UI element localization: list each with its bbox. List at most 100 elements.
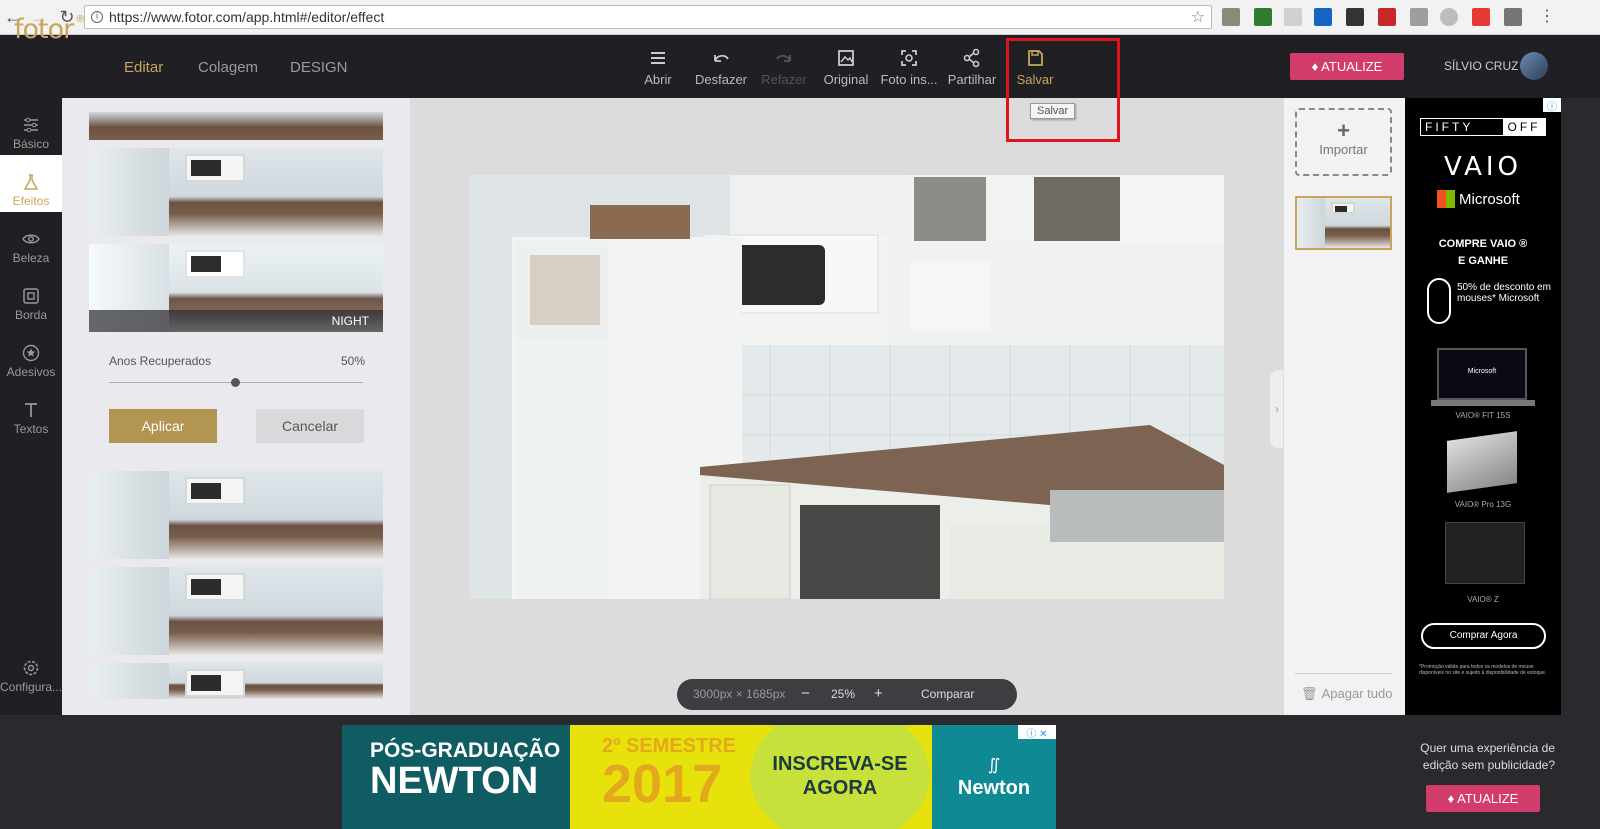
ad-headline-2: E GANHE <box>1457 255 1509 267</box>
photo-info-button[interactable]: Foto ins... <box>878 47 940 87</box>
laptop-image: Microsoft <box>1437 348 1527 400</box>
compare-button[interactable]: Comparar <box>921 687 974 701</box>
url-text: https://www.fotor.com/app.html#/editor/e… <box>109 9 385 25</box>
zoom-level: 25% <box>831 687 856 701</box>
trello-icon[interactable] <box>1314 8 1332 26</box>
share-label: Partilhar <box>947 72 997 87</box>
ad-cta-2: AGORA <box>802 777 878 799</box>
pdf-icon[interactable] <box>1378 8 1396 26</box>
sidebar-item-borda[interactable]: Borda <box>0 269 62 326</box>
ad-fifty-off: FIFTY OFF <box>1420 118 1546 136</box>
edited-photo[interactable] <box>470 175 1224 599</box>
settings-button[interactable]: Configura... <box>0 641 62 698</box>
chevron-right-icon: › <box>1275 402 1279 416</box>
sidebar-item-basico[interactable]: Básico <box>0 98 62 155</box>
save-tooltip: Salvar <box>1030 103 1076 119</box>
fotor-logo[interactable]: fotor ® <box>14 14 85 45</box>
ad-off: OFF <box>1503 119 1545 135</box>
effect-thumbnail[interactable] <box>89 112 383 140</box>
nav-design[interactable]: DESIGN <box>290 59 348 76</box>
address-bar[interactable]: i https://www.fotor.com/app.html#/editor… <box>84 5 1212 29</box>
clear-all-label: Apagar tudo <box>1321 686 1393 701</box>
effect-thumbnail[interactable] <box>89 567 383 655</box>
laptop-image <box>1445 522 1525 584</box>
advertisement-newton[interactable]: PÓS-GRADUAÇÃO NEWTON 2º SEMESTRE 2017 IN… <box>342 725 1056 829</box>
extension-icon[interactable] <box>1504 8 1522 26</box>
laptop-base <box>1431 400 1535 406</box>
extension-icon[interactable] <box>1222 8 1240 26</box>
import-label: Importar <box>1319 142 1368 157</box>
open-button[interactable]: Abrir <box>627 47 689 87</box>
sidebar-item-label: Beleza <box>12 251 50 265</box>
ad-cta-button[interactable]: Comprar Agora <box>1421 623 1546 649</box>
effect-thumbnail[interactable] <box>89 663 383 699</box>
ad-microsoft: Microsoft <box>1459 191 1520 208</box>
sidebar-item-textos[interactable]: Textos <box>0 383 62 440</box>
slider-handle[interactable] <box>231 378 240 387</box>
zoom-bar: 3000px × 1685px − 25% + Comparar <box>677 679 1017 710</box>
zoom-out-button[interactable]: − <box>801 685 810 702</box>
sidebar-item-adesivos[interactable]: Adesivos <box>0 326 62 383</box>
upgrade-label: ATUALIZE <box>1457 791 1519 806</box>
gear-icon <box>23 660 39 676</box>
info-icon[interactable]: i <box>91 11 103 23</box>
divider <box>1295 673 1392 674</box>
skype-icon[interactable] <box>1440 8 1458 26</box>
vaio-logo: VAIO <box>1443 152 1523 182</box>
effect-thumbnail-night[interactable]: NIGHT <box>89 244 383 332</box>
menu-icon <box>651 52 665 64</box>
import-button[interactable]: + Importar <box>1295 108 1392 176</box>
redo-label: Refazer <box>761 72 807 87</box>
laptop-1-label: VAIO® FIT 15S <box>1455 411 1511 420</box>
original-button[interactable]: Original <box>815 47 877 87</box>
download-extension-icon[interactable] <box>1254 8 1272 26</box>
undo-label: Desfazer <box>694 72 748 87</box>
diamond-icon: ♦ <box>1447 791 1458 806</box>
zoom-in-button[interactable]: + <box>874 685 883 702</box>
ad-cta: INSCREVA-SE <box>772 753 908 775</box>
bookmark-star-icon[interactable]: ☆ <box>1191 6 1205 28</box>
flask-icon <box>23 174 39 190</box>
adchoices-close-icon[interactable]: ⓘ ✕ <box>1018 725 1056 740</box>
clear-all-button[interactable]: 🗑 Apagar tudo <box>1301 686 1392 702</box>
upgrade-button[interactable]: ♦ ATUALIZE <box>1290 53 1404 80</box>
adchoices-icon[interactable]: ⓘ <box>1543 98 1561 113</box>
photo-info-label: Foto ins... <box>880 72 938 87</box>
photo-thumbnail[interactable] <box>1295 196 1392 250</box>
extension-icon[interactable] <box>1410 8 1428 26</box>
trash-icon: 🗑 <box>1301 687 1322 702</box>
youtube-icon[interactable] <box>1472 8 1490 26</box>
redo-icon <box>776 54 791 62</box>
browser-toolbar: ← → ↻ i https://www.fotor.com/app.html#/… <box>0 0 1600 35</box>
share-button[interactable]: Partilhar <box>941 47 1003 87</box>
ad-fifty: FIFTY <box>1425 120 1474 134</box>
effect-thumbnail[interactable] <box>89 148 383 236</box>
user-name[interactable]: SÍLVIO CRUZ <box>1444 59 1518 73</box>
newton-logo-icon: ∬ <box>987 757 1001 774</box>
cancel-button[interactable]: Cancelar <box>256 409 364 443</box>
laptop-image <box>1447 431 1517 493</box>
redo-button[interactable]: Refazer <box>753 47 815 87</box>
sidebar-item-beleza[interactable]: Beleza <box>0 212 62 269</box>
camera-frame-icon <box>901 50 917 66</box>
nav-colagem[interactable]: Colagem <box>198 59 258 76</box>
nav-editar[interactable]: Editar <box>124 59 163 76</box>
ad-newton-title: NEWTON <box>370 760 539 802</box>
upgrade-button-bottom[interactable]: ♦ ATUALIZE <box>1426 785 1540 812</box>
kebab-menu-icon[interactable]: ⋮ <box>1536 6 1558 28</box>
avatar[interactable] <box>1520 52 1548 80</box>
advertisement-vaio[interactable]: ⓘ FIFTY OFF VAIO Microsoft COMPRE VAIO ® … <box>1405 98 1561 715</box>
sliders-icon <box>24 117 38 133</box>
extension-icon[interactable] <box>1284 8 1302 26</box>
undo-button[interactable]: Desfazer <box>690 47 752 87</box>
open-label: Abrir <box>644 72 672 87</box>
collapse-panel-button[interactable]: › <box>1270 370 1284 448</box>
image-dimensions: 3000px × 1685px <box>693 687 786 701</box>
upgrade-label: ATUALIZE <box>1321 59 1383 74</box>
apply-button[interactable]: Aplicar <box>109 409 217 443</box>
highlight-box <box>1006 38 1120 142</box>
extension-icon[interactable] <box>1346 8 1364 26</box>
undo-icon <box>714 54 729 62</box>
sidebar-item-efeitos[interactable]: Efeitos <box>0 155 62 212</box>
effect-thumbnail[interactable] <box>89 471 383 559</box>
